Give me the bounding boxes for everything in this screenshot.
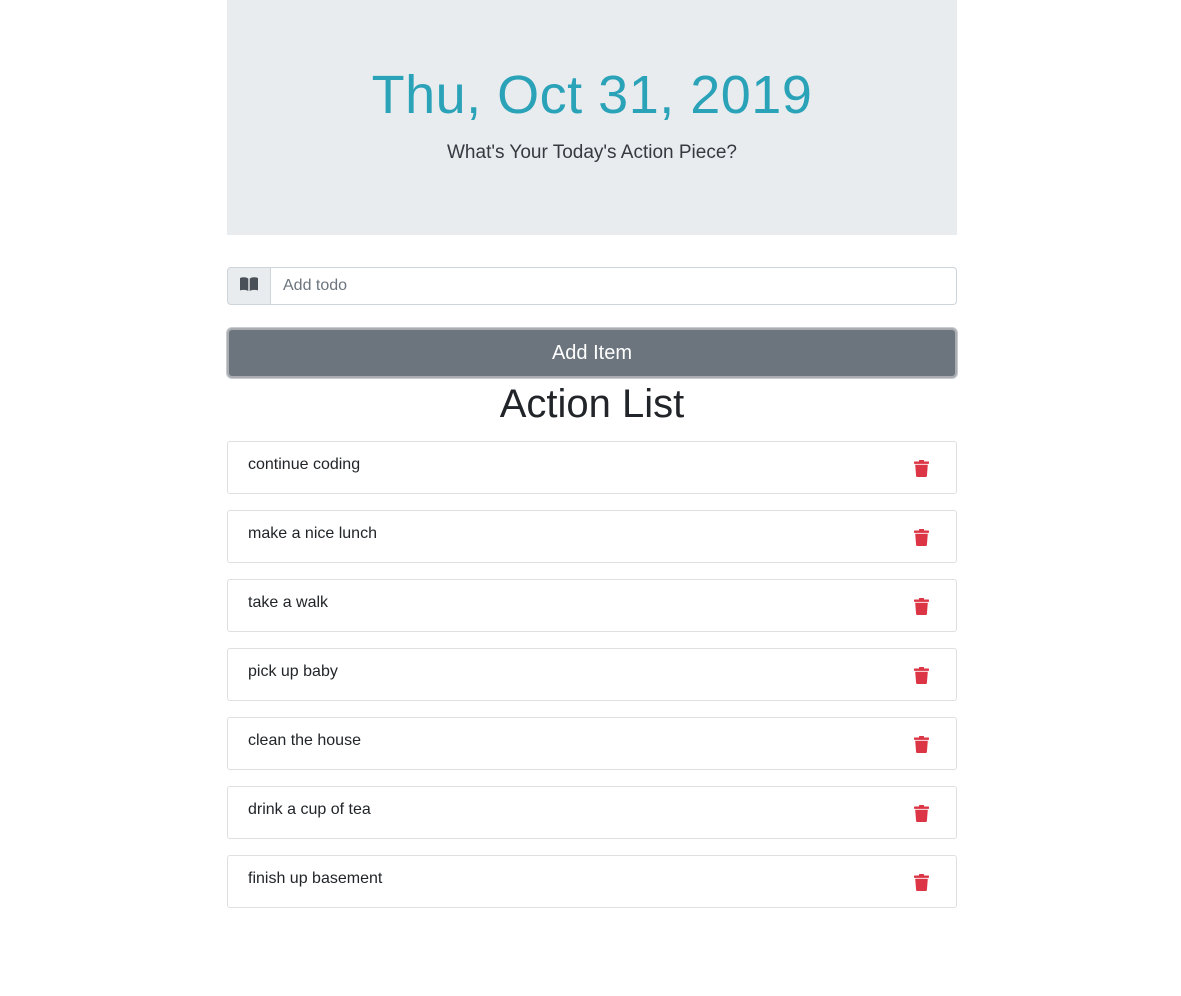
delete-button[interactable] bbox=[912, 803, 930, 823]
list-item: continue coding bbox=[227, 441, 957, 494]
todo-input[interactable] bbox=[271, 267, 957, 305]
add-item-button[interactable]: Add Item bbox=[227, 328, 957, 378]
date-title: Thu, Oct 31, 2019 bbox=[371, 65, 813, 125]
list-title: Action List bbox=[499, 382, 685, 426]
delete-button[interactable] bbox=[912, 665, 930, 685]
list-item: make a nice lunch bbox=[227, 510, 957, 563]
list-item: drink a cup of tea bbox=[227, 786, 957, 839]
todo-item-text: make a nice lunch bbox=[248, 525, 377, 542]
book-icon bbox=[239, 276, 259, 297]
trash-icon bbox=[913, 666, 929, 684]
trash-icon bbox=[913, 528, 929, 546]
todo-item-text: finish up basement bbox=[248, 870, 383, 887]
header-jumbotron: Thu, Oct 31, 2019 What's Your Today's Ac… bbox=[227, 0, 957, 235]
trash-icon bbox=[913, 597, 929, 615]
trash-icon bbox=[913, 804, 929, 822]
delete-button[interactable] bbox=[912, 734, 930, 754]
page-subtitle: What's Your Today's Action Piece? bbox=[447, 142, 737, 163]
trash-icon bbox=[913, 459, 929, 477]
todo-item-text: drink a cup of tea bbox=[248, 801, 371, 818]
todo-list: continue coding make a nice lunch take a… bbox=[227, 441, 957, 924]
trash-icon bbox=[913, 873, 929, 891]
trash-icon bbox=[913, 735, 929, 753]
todo-item-text: take a walk bbox=[248, 594, 329, 611]
todo-item-text: pick up baby bbox=[248, 663, 338, 680]
delete-button[interactable] bbox=[912, 527, 930, 547]
add-todo-form bbox=[227, 267, 957, 305]
list-item: finish up basement bbox=[227, 855, 957, 908]
todo-item-text: clean the house bbox=[248, 732, 361, 749]
todo-item-text: continue coding bbox=[248, 456, 361, 473]
delete-button[interactable] bbox=[912, 458, 930, 478]
delete-button[interactable] bbox=[912, 872, 930, 892]
delete-button[interactable] bbox=[912, 596, 930, 616]
list-item: take a walk bbox=[227, 579, 957, 632]
list-item: clean the house bbox=[227, 717, 957, 770]
input-prepend bbox=[227, 267, 271, 305]
list-item: pick up baby bbox=[227, 648, 957, 701]
